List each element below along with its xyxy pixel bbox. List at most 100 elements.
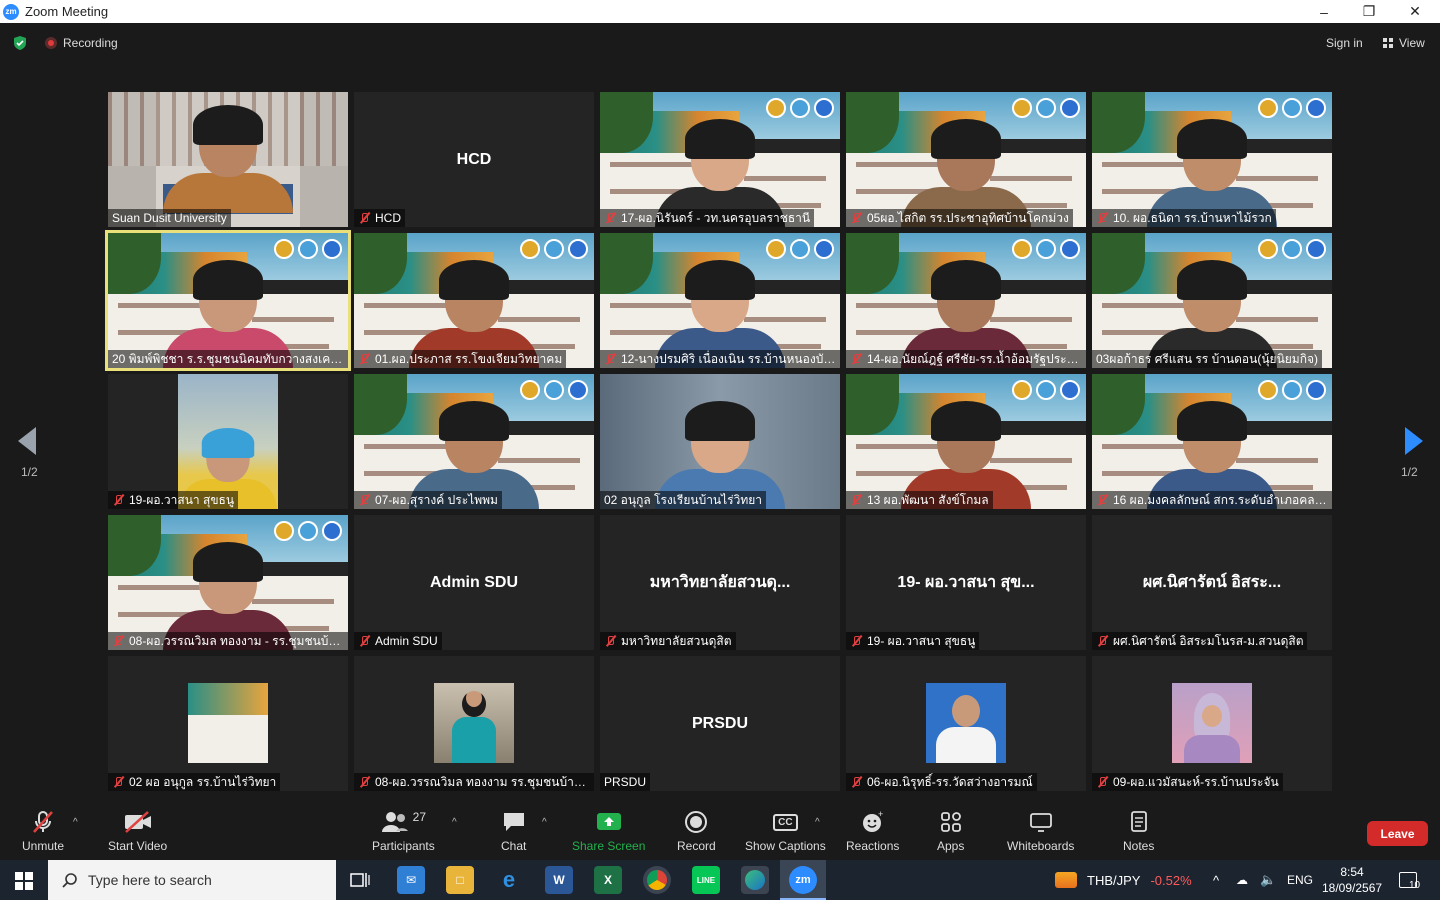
participant-display-name: 19- ผอ.วาสนา สุข... <box>897 574 1035 591</box>
participant-tile[interactable]: ผศ.นิศารัตน์ อิสระ... ผศ.นิศารัตน์ อิสระม… <box>1092 515 1332 650</box>
participant-name-label: 17-ผอ.นิรันดร์ - วท.นครอุบลราชธานี <box>600 209 815 227</box>
close-window-button[interactable]: ✕ <box>1392 0 1438 23</box>
share-screen-icon <box>596 813 621 830</box>
participant-tile[interactable]: 05ผอ.ไสกิต รร.ประชาอุทิศบ้านโคกม่วง <box>846 92 1086 227</box>
participant-tile[interactable]: 19- ผอ.วาสนา สุข... 19- ผอ.วาสนา สุขธนู <box>846 515 1086 650</box>
next-page-arrow-icon[interactable] <box>1403 427 1423 455</box>
participant-tile[interactable]: PRSDU PRSDU <box>600 656 840 791</box>
muted-mic-icon <box>33 811 53 833</box>
whiteboards-button[interactable]: Whiteboards <box>1007 808 1074 853</box>
participants-label: Participants <box>372 839 435 853</box>
participant-tile[interactable]: 14-ผอ.นัยณ์ฎฐ์ ศรีชัย-รร.น้ำอ้อมรัฐประชา… <box>846 233 1086 368</box>
banner-logos <box>520 380 588 400</box>
participant-name: ผศ.นิศารัตน์ อิสระมโนรส-ม.สวนดุสิต <box>1113 634 1304 648</box>
whiteboard-icon <box>1029 813 1052 832</box>
notes-button[interactable]: Notes <box>1123 808 1154 853</box>
reactions-button[interactable]: + Reactions <box>846 808 899 853</box>
participant-tile[interactable]: 20 พิมพ์พิชชา ร.ร.ชุมชนนิคมทับกวางสงเครา… <box>105 230 351 371</box>
word-app-icon[interactable]: W <box>545 866 573 894</box>
muted-mic-icon <box>604 353 616 365</box>
volume-icon[interactable]: 🔈 <box>1260 860 1276 900</box>
muted-mic-icon <box>850 212 862 224</box>
show-captions-button[interactable]: CC Show Captions <box>745 808 826 853</box>
restore-button[interactable]: ❐ <box>1346 0 1392 23</box>
windows-start-icon[interactable] <box>15 872 33 890</box>
participant-tile[interactable]: 07-ผอ.สุรางค์ ประไพพม <box>354 374 594 509</box>
zoom-taskbar-button[interactable]: zm <box>780 860 826 900</box>
participant-tile[interactable]: Suan Dusit University <box>108 92 348 227</box>
participant-name-label: 13 ผอ.พัฒนา สังข์โกมล <box>846 491 993 509</box>
leave-button[interactable]: Leave <box>1367 821 1428 846</box>
window-title: Zoom Meeting <box>25 4 109 19</box>
participant-tile[interactable]: 10. ผอ.ธนิดา รร.บ้านหาไม้รวก <box>1092 92 1332 227</box>
line-app-icon[interactable]: LINE <box>692 866 720 894</box>
currency-ticker[interactable]: THB/JPY -0.52% <box>1055 860 1192 900</box>
show-hidden-icons-caret[interactable]: ^ <box>1213 860 1219 900</box>
security-shield-icon[interactable] <box>12 35 28 51</box>
task-view-icon[interactable] <box>350 871 370 889</box>
banner-logos <box>274 521 342 541</box>
participant-name-label: HCD <box>354 209 405 227</box>
chat-caret-icon[interactable]: ^ <box>542 817 547 828</box>
unmute-button[interactable]: Unmute <box>22 808 64 853</box>
participant-tile[interactable]: 08-ผอ.วรรณวิมล ทองงาม รร.ชุมชนบ้านแม่ <box>354 656 594 791</box>
participant-tile[interactable]: 16 ผอ.มงคลลักษณ์ สกร.ระดับอำเภอคลองหาด <box>1092 374 1332 509</box>
record-button[interactable]: Record <box>677 808 716 853</box>
excel-app-icon[interactable]: X <box>594 866 622 894</box>
internet-explorer-icon[interactable]: e <box>495 866 523 894</box>
participant-tile[interactable]: 01.ผอ.ประภาส รร.โขงเจียมวิทยาคม <box>354 233 594 368</box>
audio-options-caret-icon[interactable]: ^ <box>73 817 78 828</box>
record-icon <box>685 811 708 833</box>
participant-tile[interactable]: 12-นางปรมศิริ เนื่องเนิน รร.บ้านหนองบัวแ… <box>600 233 840 368</box>
participant-name: 14-ผอ.นัยณ์ฎฐ์ ศรีชัย-รร.น้ำอ้อมรัฐประชา… <box>867 352 1082 366</box>
sign-in-link[interactable]: Sign in <box>1326 36 1363 50</box>
minimize-button[interactable]: – <box>1301 0 1347 23</box>
chat-button[interactable]: Chat <box>501 808 526 853</box>
participants-button[interactable]: 27 Participants <box>372 808 435 853</box>
network-icon[interactable]: ☁ <box>1236 860 1248 900</box>
edge-browser-icon[interactable] <box>741 866 769 894</box>
participant-name: 16 ผอ.มงคลลักษณ์ สกร.ระดับอำเภอคลองหาด <box>1113 493 1328 507</box>
participants-caret-icon[interactable]: ^ <box>452 817 457 828</box>
previous-page-arrow-icon[interactable] <box>18 427 38 455</box>
zoom-taskbar-icon: zm <box>789 866 817 894</box>
input-language[interactable]: ENG <box>1287 860 1313 900</box>
taskbar-search-box[interactable]: Type here to search <box>48 860 336 900</box>
share-screen-button[interactable]: Share Screen <box>572 808 645 853</box>
participant-name-label: 10. ผอ.ธนิดา รร.บ้านหาไม้รวก <box>1092 209 1276 227</box>
participant-name: 17-ผอ.นิรันดร์ - วท.นครอุบลราชธานี <box>621 211 811 225</box>
participant-name-label: 03ผอก้าธร ศรีแสน รร บ้านดอน(นุ้ยนิยมกิจ) <box>1092 350 1323 368</box>
whiteboards-label: Whiteboards <box>1007 839 1075 853</box>
apps-button[interactable]: Apps <box>937 808 964 853</box>
recording-indicator[interactable]: Recording <box>45 36 118 50</box>
participant-tile[interactable]: 09-ผอ.แวมัสนะห์-รร.บ้านประจัน <box>1092 656 1332 791</box>
muted-mic-icon <box>1096 494 1108 506</box>
participant-tile[interactable]: 17-ผอ.นิรันดร์ - วท.นครอุบลราชธานี <box>600 92 840 227</box>
mail-app-icon[interactable]: ✉ <box>397 866 425 894</box>
file-explorer-icon[interactable]: □ <box>446 866 474 894</box>
ticker-pair: THB/JPY <box>1087 872 1141 888</box>
chrome-browser-icon[interactable] <box>643 866 671 894</box>
participant-tile[interactable]: 13 ผอ.พัฒนา สังข์โกมล <box>846 374 1086 509</box>
participant-name: 13 ผอ.พัฒนา สังข์โกมล <box>867 493 989 507</box>
participant-tile[interactable]: 19-ผอ.วาสนา สุขธนู <box>108 374 348 509</box>
participant-tile[interactable]: 02 ผอ อนุกูล รร.บ้านไร่วิทยา <box>108 656 348 791</box>
participant-name-label: 16 ผอ.มงคลลักษณ์ สกร.ระดับอำเภอคลองหาด <box>1092 491 1332 509</box>
participant-name-label: 08-ผอ.วรรณวิมล ทองงาม - รร.ชุมชนบ้านแม่ <box>108 632 348 650</box>
captions-caret-icon[interactable]: ^ <box>815 817 820 828</box>
view-button[interactable]: View <box>1383 36 1425 50</box>
participant-tile[interactable]: มหาวิทยาลัยสวนดุ... มหาวิทยาลัยสวนดุสิต <box>600 515 840 650</box>
notes-icon <box>1130 811 1147 832</box>
participant-tile[interactable]: 03ผอก้าธร ศรีแสน รร บ้านดอน(นุ้ยนิยมกิจ) <box>1092 233 1332 368</box>
start-video-button[interactable]: Start Video <box>108 808 167 853</box>
notifications-button[interactable]: 10 <box>1399 860 1420 900</box>
participant-tile[interactable]: Admin SDU Admin SDU <box>354 515 594 650</box>
participant-tile[interactable]: 06-ผอ.นิรุทธิ์-รร.วัดสว่างอารมณ์ <box>846 656 1086 791</box>
window-titlebar: zm Zoom Meeting – ❐ ✕ <box>0 0 1440 23</box>
participant-tile[interactable]: HCD HCD <box>354 92 594 227</box>
participant-tile[interactable]: 02 อนุกูล โรงเรียนบ้านไร่วิทยา <box>600 374 840 509</box>
participant-name: 12-นางปรมศิริ เนื่องเนิน รร.บ้านหนองบัวแ… <box>621 352 836 366</box>
participant-name-label: ผศ.นิศารัตน์ อิสระมโนรส-ม.สวนดุสิต <box>1092 632 1308 650</box>
clock[interactable]: 8:54 18/09/2567 <box>1322 860 1382 900</box>
participant-tile[interactable]: 08-ผอ.วรรณวิมล ทองงาม - รร.ชุมชนบ้านแม่ <box>108 515 348 650</box>
